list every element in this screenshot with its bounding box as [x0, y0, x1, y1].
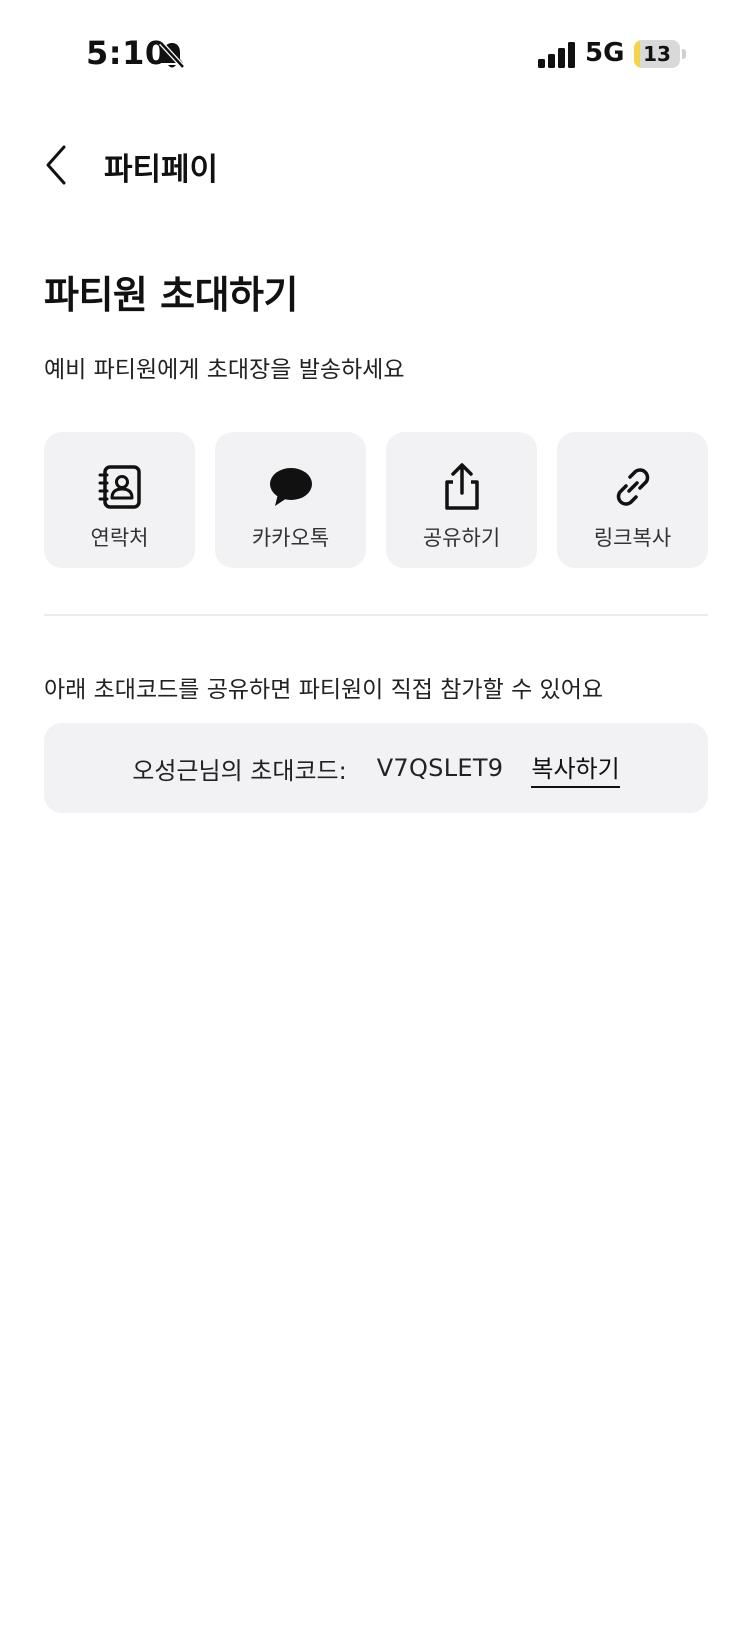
bell-muted-icon	[158, 40, 186, 70]
page-subtitle: 예비 파티원에게 초대장을 발송하세요	[44, 357, 405, 383]
invite-code-hint: 아래 초대코드를 공유하면 파티원이 직접 참가할 수 있어요	[44, 677, 604, 703]
copy-code-button[interactable]: 복사하기	[531, 749, 620, 788]
chevron-left-icon	[46, 145, 66, 185]
link-icon	[608, 462, 658, 512]
share-kakaotalk-label: 카카오톡	[251, 526, 330, 550]
share-contacts-button[interactable]: 연락처	[44, 432, 195, 568]
invite-code-box: 오성근님의 초대코드: V7QSLET9 복사하기	[44, 723, 708, 813]
chat-bubble-icon	[266, 462, 316, 512]
share-system-button[interactable]: 공유하기	[386, 432, 537, 568]
cellular-signal-icon	[538, 42, 576, 68]
share-kakaotalk-button[interactable]: 카카오톡	[215, 432, 366, 568]
invite-code-label: 오성근님의 초대코드:	[132, 756, 347, 785]
share-icon	[437, 462, 487, 512]
network-label: 5G	[585, 38, 625, 68]
invite-code-value: V7QSLET9	[376, 754, 504, 782]
page-title: 파티원 초대하기	[44, 273, 298, 317]
copy-link-button[interactable]: 링크복사	[557, 432, 708, 568]
battery-level-text: 13	[643, 42, 671, 66]
screen: 5:10 5G 13 파티페이 파티원 초대하기 예비 파티원에게 초대장을 발…	[0, 0, 750, 1626]
copy-link-label: 링크복사	[593, 526, 672, 550]
share-options: 연락처 카카오톡 공유하기 링크복사	[44, 432, 708, 568]
divider	[44, 614, 708, 616]
battery-icon: 13	[634, 40, 686, 70]
contacts-icon	[95, 462, 145, 512]
back-button[interactable]	[40, 140, 80, 190]
status-bar: 5:10 5G 13	[0, 0, 750, 110]
nav-title: 파티페이	[104, 152, 219, 188]
share-system-label: 공유하기	[422, 526, 501, 550]
share-contacts-label: 연락처	[90, 526, 149, 550]
status-time: 5:10	[86, 34, 168, 72]
